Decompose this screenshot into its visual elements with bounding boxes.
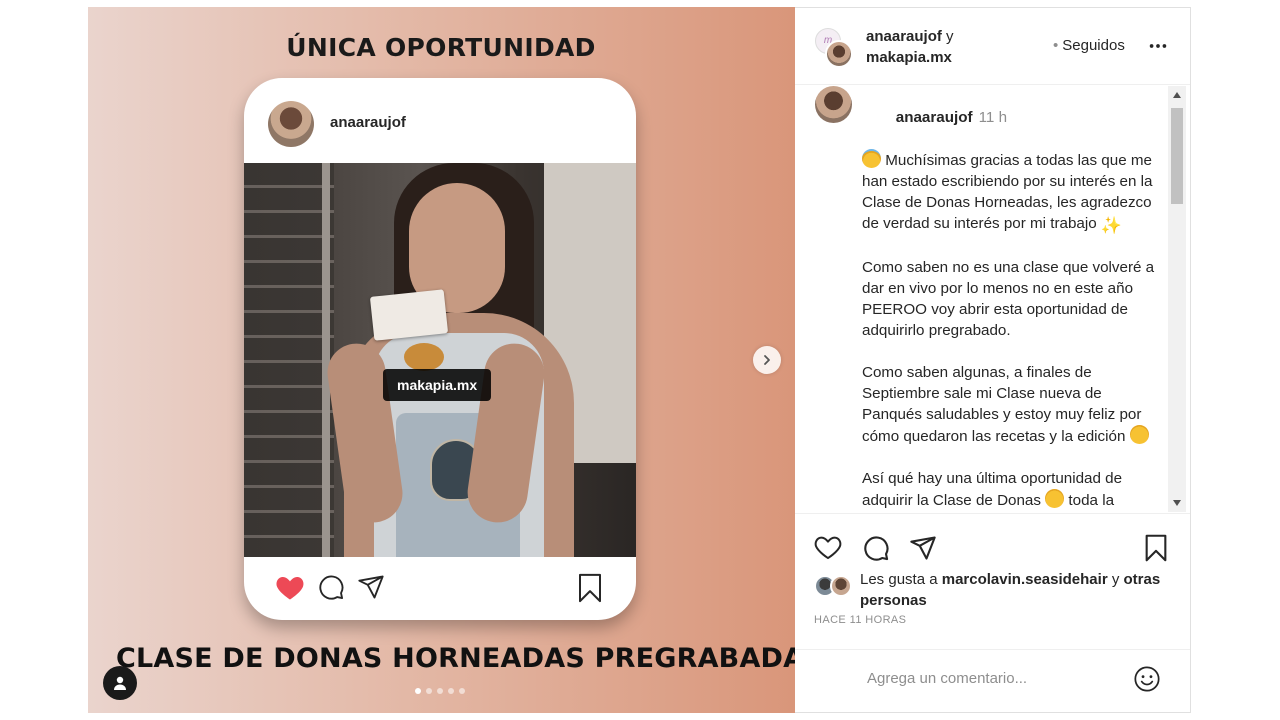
phone-username: anaaraujof	[330, 114, 406, 131]
header-user2[interactable]: makapia.mx	[866, 49, 952, 66]
phone-actions	[244, 557, 636, 620]
tagged-users-button[interactable]	[103, 666, 137, 700]
caption-paragraph-5: toda la	[1064, 492, 1115, 509]
smiley-icon	[1134, 666, 1160, 692]
caret-down-icon	[1173, 500, 1181, 506]
carousel-dot	[426, 688, 432, 694]
caption-scrollbar[interactable]	[1168, 86, 1186, 512]
carousel-next-button[interactable]	[753, 346, 781, 374]
carousel-dot	[437, 688, 443, 694]
comment-icon	[864, 536, 889, 561]
caret-up-icon	[1173, 92, 1181, 98]
emoji-picker-button[interactable]	[1133, 665, 1161, 698]
user-icon	[114, 676, 126, 690]
send-icon	[910, 536, 936, 560]
scroll-down-button[interactable]	[1168, 494, 1186, 512]
following-status[interactable]: • Seguidos	[1053, 37, 1125, 54]
likes-joiner: y	[1111, 571, 1120, 588]
user-tag-label[interactable]: makapia.mx	[383, 369, 492, 401]
chevron-right-icon	[764, 355, 770, 365]
save-button[interactable]	[1144, 534, 1168, 567]
post-media: ÚNICA OPORTUNIDAD anaaraujof makapia.mx	[88, 7, 795, 713]
scroll-up-button[interactable]	[1168, 86, 1186, 104]
donut	[404, 343, 444, 371]
likes-prefix: Les gusta a	[860, 571, 938, 588]
phone-avatar	[268, 101, 314, 147]
carousel-dot	[415, 688, 421, 694]
post-photo[interactable]: makapia.mx	[244, 163, 636, 557]
more-horizontal-icon	[1149, 44, 1167, 48]
post-header: m anaaraujof y makapia.mx • Seguidos	[795, 8, 1190, 85]
comment-input[interactable]	[867, 666, 1117, 690]
bookmark-icon	[1145, 534, 1167, 562]
send-icon	[356, 573, 386, 606]
caption-text: anaaraujof 11 h Muchísimas gracias a toda…	[862, 86, 1162, 511]
caption-area[interactable]: anaaraujof 11 h Muchísimas gracias a toda…	[795, 86, 1190, 512]
like-button[interactable]	[814, 534, 842, 565]
avatar-anaaraujof	[825, 40, 853, 68]
heart-eyes-emoji-icon	[1129, 425, 1149, 444]
phone-mockup: anaaraujof makapia.mx	[244, 78, 636, 620]
avatar	[830, 575, 852, 597]
liker-username[interactable]: marcolavin.seasidehair	[942, 571, 1108, 588]
likers-avatars	[814, 575, 860, 601]
comment-button[interactable]	[862, 534, 890, 567]
header-usernames: anaaraujof y makapia.mx	[866, 26, 954, 68]
post-timestamp[interactable]: HACE 11 HORAS	[814, 614, 906, 626]
bookmark-icon	[577, 573, 603, 608]
separator-dot: •	[1053, 37, 1059, 54]
comment-icon	[317, 573, 345, 606]
phone-header: anaaraujof	[244, 78, 636, 164]
header-user1[interactable]: anaaraujof	[866, 28, 942, 45]
caption-paragraph-3: Como saben algunas, a finales de Septiem…	[862, 364, 1146, 445]
header-joiner: y	[946, 28, 954, 45]
sparkles-emoji-icon: ✨	[1100, 216, 1123, 235]
heart-filled-icon	[275, 573, 305, 606]
comment-box	[795, 649, 1190, 714]
carousel-dot	[459, 688, 465, 694]
likes-summary: Les gusta a marcolavin.seasidehair y otr…	[814, 569, 1184, 613]
more-options-button[interactable]	[1147, 35, 1169, 62]
following-label: Seguidos	[1062, 37, 1125, 54]
collab-avatars[interactable]: m	[815, 28, 853, 68]
baking-rack	[244, 163, 334, 557]
post-actions	[795, 513, 1190, 573]
headline-top: ÚNICA OPORTUNIDAD	[286, 33, 596, 62]
scrollbar-thumb[interactable]	[1171, 108, 1183, 204]
product-card	[369, 289, 449, 341]
post-sidebar: m anaaraujof y makapia.mx • Seguidos anaa…	[795, 7, 1191, 713]
carousel-dot	[448, 688, 454, 694]
caption-time: 11 h	[978, 109, 1008, 126]
caption-username[interactable]: anaaraujof	[896, 109, 973, 126]
headline-bottom: CLASE DE DONAS HORNEADAS PREGRABADA	[116, 643, 795, 674]
likes-text: Les gusta a marcolavin.seasidehair y otr…	[860, 569, 1180, 611]
share-button[interactable]	[909, 534, 937, 567]
caption-paragraph-2: Como saben no es una clase que volveré a…	[862, 259, 1159, 339]
caption-avatar[interactable]	[815, 86, 852, 123]
heart-icon	[814, 536, 842, 560]
grinning-emoji-icon	[1045, 489, 1065, 508]
smiling-halo-emoji-icon	[862, 149, 881, 168]
